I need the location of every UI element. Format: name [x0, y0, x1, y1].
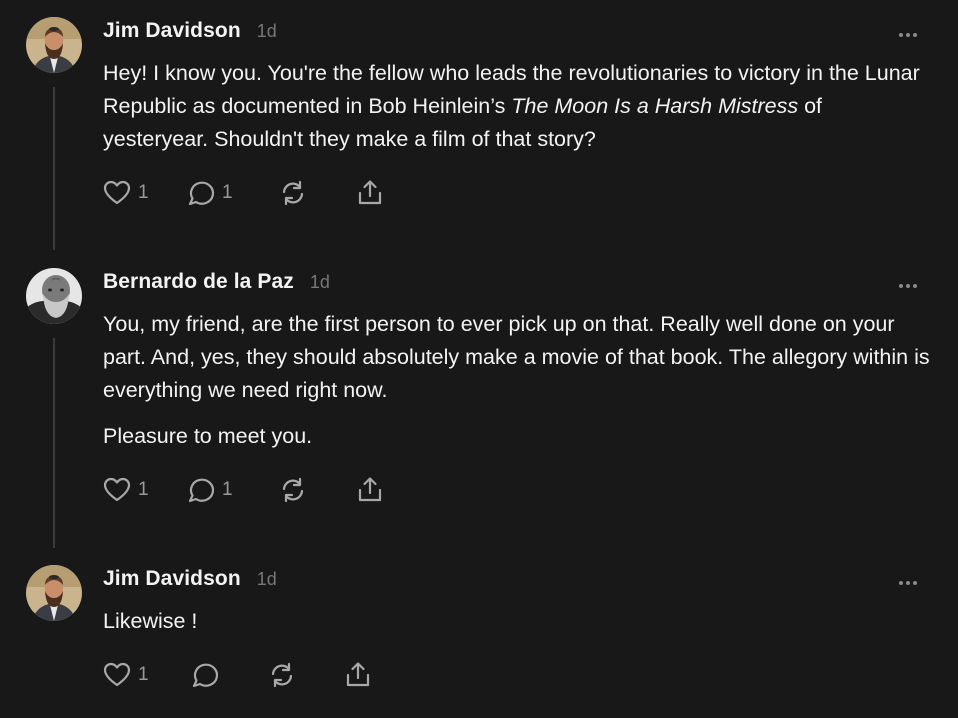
share-icon: [358, 477, 382, 502]
post-header: Jim Davidson 1d: [103, 567, 277, 597]
like-button[interactable]: 1: [102, 659, 149, 691]
more-options-icon: [899, 33, 917, 37]
author-name[interactable]: Bernardo de la Paz: [103, 270, 294, 294]
thread-line: [53, 338, 55, 548]
repost-button[interactable]: [267, 659, 297, 691]
post-body: You, my friend, are the first person to …: [103, 308, 933, 453]
repost-icon: [271, 662, 293, 688]
post-text: You, my friend, are the first person to …: [103, 312, 930, 402]
post-body: Hey! I know you. You're the fellow who l…: [103, 57, 933, 156]
heart-icon: [103, 180, 131, 205]
like-button[interactable]: 1: [102, 474, 149, 506]
timestamp[interactable]: 1d: [310, 272, 330, 293]
reply-count: 1: [222, 479, 233, 500]
bearded-man-avatar: [26, 17, 82, 73]
avatar[interactable]: [26, 268, 82, 324]
heart-icon: [103, 477, 131, 502]
repost-button[interactable]: [278, 474, 308, 506]
repost-icon: [282, 477, 304, 503]
reply-button[interactable]: 1: [186, 177, 233, 209]
post-text: Pleasure to meet you.: [103, 424, 313, 448]
share-icon: [346, 662, 370, 687]
share-button[interactable]: [343, 659, 373, 691]
post-text: Likewise !: [103, 609, 198, 633]
author-name[interactable]: Jim Davidson: [103, 567, 241, 591]
heart-icon: [103, 662, 131, 687]
share-icon: [358, 180, 382, 205]
reply-count: 1: [222, 182, 233, 203]
share-button[interactable]: [355, 474, 385, 506]
reply-button[interactable]: [190, 659, 220, 691]
post-header: Bernardo de la Paz 1d: [103, 270, 330, 300]
thread-line: [53, 87, 55, 250]
timestamp[interactable]: 1d: [257, 21, 277, 42]
timestamp[interactable]: 1d: [257, 569, 277, 590]
book-title: The Moon Is a Harsh Mistress: [511, 94, 799, 118]
like-count: 1: [138, 664, 149, 685]
avatar[interactable]: [26, 17, 82, 73]
share-button[interactable]: [355, 177, 385, 209]
comment-icon: [192, 663, 219, 688]
post-header: Jim Davidson 1d: [103, 19, 277, 49]
repost-button[interactable]: [278, 177, 308, 209]
more-options-button[interactable]: [896, 276, 920, 296]
bald-bearded-man-avatar: [26, 268, 82, 324]
post-body: Likewise !: [103, 605, 933, 638]
bearded-man-avatar: [26, 565, 82, 621]
avatar[interactable]: [26, 565, 82, 621]
like-count: 1: [138, 479, 149, 500]
author-name[interactable]: Jim Davidson: [103, 19, 241, 43]
repost-icon: [282, 180, 304, 206]
more-options-icon: [899, 581, 917, 585]
like-button[interactable]: 1: [102, 177, 149, 209]
comment-icon: [188, 181, 215, 206]
more-options-button[interactable]: [896, 573, 920, 593]
more-options-button[interactable]: [896, 25, 920, 45]
like-count: 1: [138, 182, 149, 203]
reply-button[interactable]: 1: [186, 474, 233, 506]
comment-icon: [188, 478, 215, 503]
post-text: Hey! I know you. You're the fellow who l…: [103, 61, 920, 151]
more-options-icon: [899, 284, 917, 288]
